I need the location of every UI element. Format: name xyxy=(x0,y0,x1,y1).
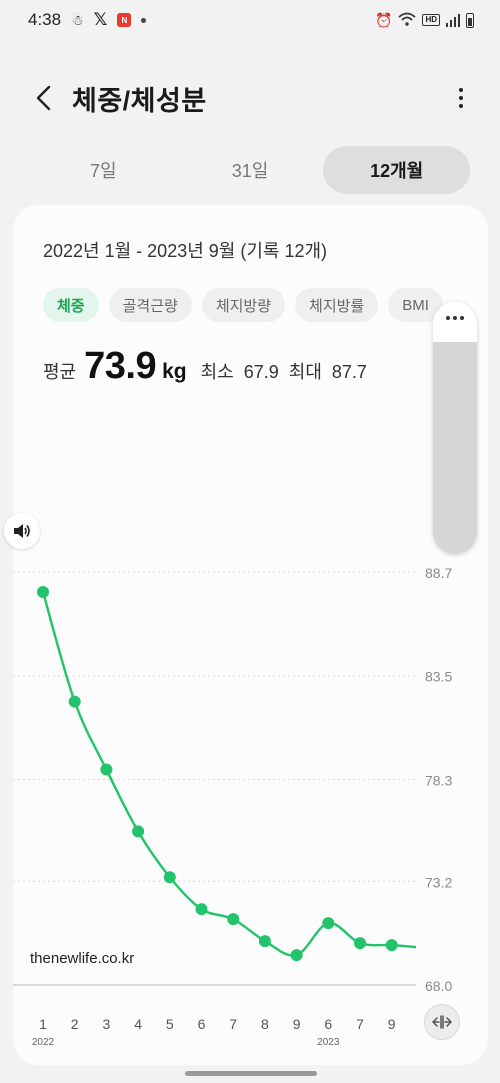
data-point[interactable] xyxy=(227,913,240,926)
x-tick-label: 2 xyxy=(71,1016,79,1032)
x-tick-label: 4 xyxy=(134,1016,142,1032)
x-tick-label: 3 xyxy=(103,1016,111,1032)
data-point[interactable] xyxy=(132,825,145,838)
x-tick-label: 5 xyxy=(166,1016,174,1032)
y-tick-label: 88.7 xyxy=(425,565,452,581)
data-point[interactable] xyxy=(195,903,208,916)
x-year-label: 2023 xyxy=(317,1037,340,1048)
x-tick-label: 7 xyxy=(229,1016,237,1032)
y-tick-label: 68.0 xyxy=(425,978,452,994)
x-tick-label: 1 xyxy=(39,1016,47,1032)
expand-horizontal-icon xyxy=(432,1015,452,1029)
x-tick-label: 8 xyxy=(261,1016,269,1032)
y-tick-label: 73.2 xyxy=(425,874,452,890)
data-point[interactable] xyxy=(37,585,49,598)
data-point[interactable] xyxy=(322,917,335,930)
x-tick-label: 9 xyxy=(293,1016,301,1032)
weight-series-line xyxy=(41,591,417,957)
volume-more-icon[interactable] xyxy=(433,316,477,320)
x-tick-label: 6 xyxy=(198,1016,206,1032)
data-point[interactable] xyxy=(290,949,303,962)
watermark-text: thenewlife.co.kr xyxy=(30,950,135,967)
data-point[interactable] xyxy=(354,937,366,950)
volume-panel[interactable] xyxy=(433,302,477,554)
data-point[interactable] xyxy=(385,939,398,952)
data-point[interactable] xyxy=(163,871,176,884)
y-tick-label: 83.5 xyxy=(425,669,452,685)
weight-line-chart: 88.7 83.5 78.3 73.2 68.0 1 2 3 4 5 6 7 8 9 6 7 9 2022 2023 xyxy=(13,565,452,1048)
chart-resize-button[interactable] xyxy=(424,1004,460,1040)
data-point[interactable] xyxy=(100,763,113,776)
volume-slider[interactable] xyxy=(433,342,477,554)
home-indicator[interactable] xyxy=(185,1071,317,1076)
data-point[interactable] xyxy=(258,935,271,948)
data-point[interactable] xyxy=(68,695,81,708)
x-year-label: 2022 xyxy=(32,1037,55,1048)
y-tick-label: 78.3 xyxy=(425,772,452,788)
x-tick-label: 7 xyxy=(356,1016,364,1032)
x-tick-label: 6 xyxy=(324,1016,332,1032)
speaker-icon[interactable] xyxy=(4,513,40,549)
x-tick-label: 9 xyxy=(388,1016,396,1032)
